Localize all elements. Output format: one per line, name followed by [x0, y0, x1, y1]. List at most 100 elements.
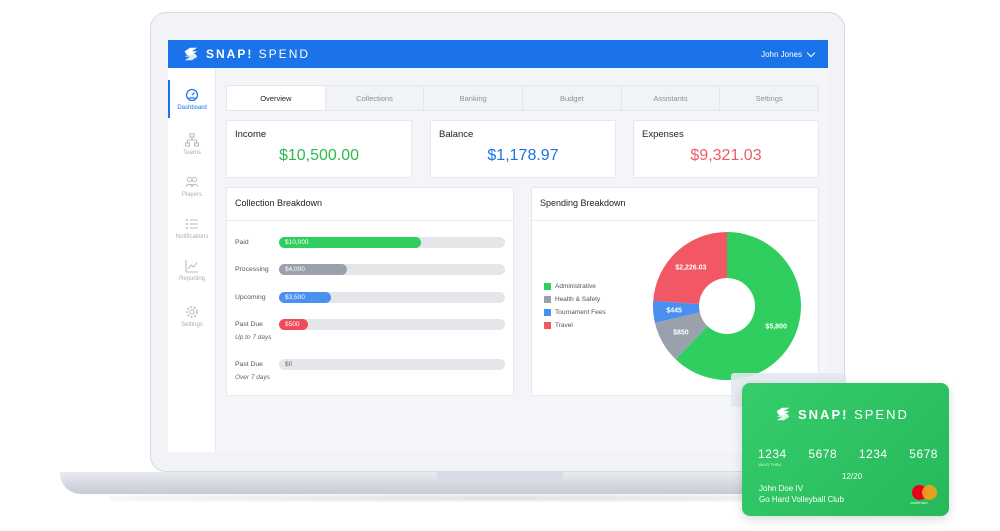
- balance-value: $1,178.97: [487, 147, 559, 164]
- donut-slice-label: $5,800: [765, 323, 787, 330]
- tab-budget[interactable]: Budget: [523, 86, 622, 110]
- expenses-label: Expenses: [642, 129, 684, 140]
- card-number-group: 1234: [858, 447, 888, 461]
- legend-item: Tournament Fees: [544, 306, 606, 319]
- collection-bar-fill: $500: [279, 319, 309, 330]
- card-brand-name: SNAP! SPEND: [798, 406, 909, 422]
- user-name: John Jones: [761, 49, 802, 59]
- collection-row-sublabel: Up to 7 days: [235, 334, 272, 341]
- balance-card: Balance $1,178.97: [430, 120, 616, 178]
- spending-title: Spending Breakdown: [540, 198, 626, 208]
- card-club-name: Go Hard Volleyball Club: [759, 495, 844, 504]
- tab-collections[interactable]: Collections: [326, 86, 425, 110]
- collection-row-sublabel: Over 7 days: [235, 374, 271, 381]
- sidebar-item-teams[interactable]: Teams: [168, 125, 216, 163]
- mastercard-logo-icon: [912, 485, 938, 501]
- reporting-icon: [185, 259, 198, 272]
- tab-banking[interactable]: Banking: [424, 86, 524, 110]
- collection-bar-value: $500: [285, 320, 300, 328]
- collection-title: Collection Breakdown: [235, 198, 323, 208]
- sidebar-item-dashboard[interactable]: Dashboard: [168, 80, 216, 118]
- legend-label: Tournament Fees: [555, 309, 606, 316]
- sidebar-item-players[interactable]: Players: [168, 167, 216, 205]
- divider: [227, 220, 513, 221]
- legend-label: Travel: [555, 322, 573, 329]
- balance-label: Balance: [439, 129, 474, 140]
- sidebar-label: Teams: [183, 149, 201, 156]
- sidebar-item-notifications[interactable]: Notifications: [168, 209, 216, 247]
- collection-breakdown-card: Collection Breakdown Paid $10,000 Proces…: [226, 187, 514, 396]
- notifications-icon: [186, 218, 198, 229]
- collection-bar-past-due-over-7: $0: [279, 359, 505, 370]
- legend-item: Health & Safety: [544, 293, 606, 306]
- card-number-group: 1234: [758, 447, 787, 461]
- dashboard-icon: [185, 88, 199, 101]
- collection-bar-paid: $10,000: [279, 237, 505, 248]
- collection-row-label: Past Due: [235, 361, 263, 368]
- user-menu[interactable]: John Jones: [761, 48, 816, 59]
- divider: [532, 220, 818, 221]
- sidebar-label: Settings: [181, 321, 203, 328]
- sidebar: Dashboard Teams Players Notifications Re…: [168, 68, 216, 452]
- players-icon: [185, 176, 199, 187]
- sidebar-label: Notifications: [175, 233, 209, 240]
- chart-legend: Administrative Health & Safety Tournamen…: [544, 280, 606, 332]
- donut-slice-label: $850: [673, 330, 689, 337]
- legend-swatch: [544, 309, 551, 316]
- collection-bar-upcoming: $3,500: [279, 292, 505, 303]
- tab-settings[interactable]: Settings: [720, 86, 818, 110]
- card-holder-name: John Doe IV: [759, 484, 804, 493]
- teams-icon: [185, 133, 199, 146]
- collection-row-label: Upcoming: [235, 294, 266, 301]
- expenses-value: $9,321.03: [690, 147, 762, 164]
- app-screen: SNAP! SPEND John Jones Dashboard Teams P…: [168, 40, 828, 452]
- card-expiry: 12/20: [842, 472, 863, 481]
- expenses-card: Expenses $9,321.03: [633, 120, 819, 178]
- donut-slice-label: $445: [666, 308, 682, 315]
- chevron-down-icon: [806, 48, 816, 57]
- snap-logo-icon: [776, 407, 790, 421]
- tab-overview[interactable]: Overview: [227, 86, 326, 110]
- collection-bar-past-due-7: $500: [279, 319, 505, 330]
- sidebar-label: Players: [181, 191, 202, 198]
- collection-bar-value: $0: [285, 360, 293, 368]
- collection-bar-value: $10,000: [285, 238, 309, 246]
- sidebar-label: Reporting: [178, 275, 205, 282]
- sidebar-label: Dashboard: [177, 104, 207, 111]
- brand-logo[interactable]: SNAP! SPEND: [182, 45, 310, 63]
- collection-bar-processing: $4,000: [279, 264, 505, 275]
- collection-bar-fill: $0: [279, 359, 319, 370]
- legend-swatch: [544, 283, 551, 290]
- legend-swatch: [544, 296, 551, 303]
- sidebar-item-settings[interactable]: Settings: [168, 297, 216, 335]
- collection-row-label: Paid: [235, 239, 249, 246]
- collection-row-label: Processing: [235, 266, 269, 273]
- legend-swatch: [544, 322, 551, 329]
- collection-bar-fill: $4,000: [279, 264, 347, 275]
- card-number: 1234 5678 1234 5678: [758, 447, 938, 461]
- donut-slice-label: $2,226.03: [675, 265, 706, 272]
- legend-label: Administrative: [555, 283, 596, 290]
- tab-assistants[interactable]: Assistants: [622, 86, 721, 110]
- collection-bar-fill: $3,500: [279, 292, 331, 303]
- laptop-notch: [436, 472, 564, 482]
- snap-logo-icon: [184, 47, 198, 61]
- collection-row-label: Past Due: [235, 321, 263, 328]
- card-brand: SNAP! SPEND: [774, 405, 909, 423]
- card-number-group: 5678: [909, 447, 938, 461]
- card-number-group: 5678: [808, 447, 838, 461]
- collection-bar-value: $3,500: [285, 293, 305, 301]
- sidebar-item-reporting[interactable]: Reporting: [168, 251, 216, 289]
- snap-spend-card: SNAP! SPEND 1234 5678 1234 5678 VALID TH…: [742, 383, 949, 516]
- income-label: Income: [235, 129, 267, 140]
- card-network-label: mastercard: [910, 501, 928, 505]
- legend-item: Administrative: [544, 280, 606, 293]
- income-value: $10,500.00: [278, 147, 360, 164]
- top-bar: SNAP! SPEND John Jones: [168, 40, 828, 68]
- card-valid-thru-label: VALID THRU: [758, 462, 782, 467]
- collection-bar-value: $4,000: [285, 265, 305, 273]
- spending-donut-chart: $5,800 $850 $445 $2,226.03: [653, 232, 801, 380]
- spending-breakdown-card: Spending Breakdown Administrative Health…: [531, 187, 819, 396]
- collection-bar-fill: $10,000: [279, 237, 422, 248]
- brand-name: SNAP! SPEND: [206, 47, 311, 61]
